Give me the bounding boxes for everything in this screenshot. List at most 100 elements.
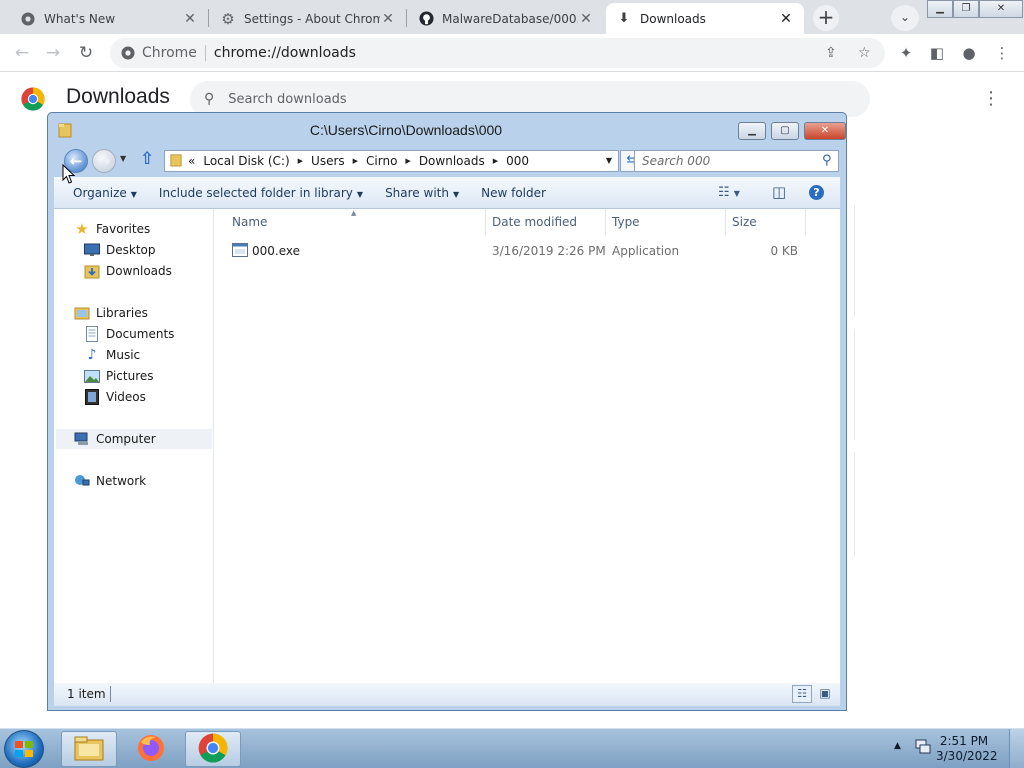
organize-button[interactable]: Organize ▼ (73, 186, 137, 200)
close-icon[interactable]: ✕ (182, 11, 198, 27)
omnibox[interactable]: Chrome chrome://downloads ⇪ ☆ (110, 38, 885, 68)
close-icon[interactable]: ✕ (578, 11, 594, 27)
show-hidden-icons-icon[interactable]: ▲ (894, 741, 901, 768)
nav-label: Computer (96, 432, 156, 446)
tab-downloads[interactable]: ⬇ Downloads ✕ (606, 3, 804, 34)
breadcrumb-local-disk[interactable]: Local Disk (C:) (203, 154, 289, 168)
folder-icon (170, 153, 182, 170)
details-view-icon[interactable]: ☷ (792, 685, 812, 703)
nav-videos[interactable]: Videos (84, 387, 146, 407)
start-button[interactable] (4, 730, 44, 768)
preview-pane-icon[interactable]: ◫ (772, 183, 786, 201)
side-panel-icon[interactable]: ◧ (927, 43, 947, 63)
item-count: 1 item (67, 687, 106, 701)
network-icon (74, 473, 90, 489)
file-row[interactable]: 000.exe 3/16/2019 2:26 PM Application 0 … (224, 241, 798, 261)
column-header-name[interactable]: Name (226, 209, 486, 235)
maximize-button[interactable]: ▢ (771, 122, 799, 140)
nav-pictures[interactable]: Pictures (84, 366, 154, 386)
minimize-button[interactable]: ▁ (738, 122, 766, 140)
share-icon[interactable]: ⇪ (825, 38, 837, 68)
breadcrumb-downloads[interactable]: Downloads (419, 154, 485, 168)
chevron-right-icon[interactable]: ▶ (353, 157, 358, 165)
tab-title: What's New (44, 11, 116, 26)
column-header-size[interactable]: Size (726, 209, 806, 235)
address-bar[interactable]: « Local Disk (C:) ▶ Users ▶ Cirno ▶ Down… (164, 150, 619, 172)
explorer-body: ★ Favorites Desktop Downloads Libraries … (54, 209, 840, 683)
nav-documents[interactable]: Documents (84, 324, 174, 344)
tab-search-button[interactable]: ⌄ (891, 5, 919, 31)
file-name[interactable]: 000.exe (252, 244, 492, 258)
nav-music[interactable]: ♪ Music (84, 345, 141, 365)
network-tray-icon[interactable] (914, 739, 932, 768)
recent-pages-dropdown[interactable]: ▼ (120, 154, 126, 163)
back-button[interactable]: ← (10, 42, 34, 64)
reload-button[interactable]: ↻ (74, 42, 98, 64)
forward-button[interactable]: → (92, 149, 116, 173)
chevron-right-icon[interactable]: ▶ (405, 157, 410, 165)
chevron-right-icon[interactable]: ▶ (298, 157, 303, 165)
close-icon[interactable]: ✕ (380, 11, 396, 27)
chrome-window-controls: ▁ ❐ ✕ (927, 0, 1023, 18)
chevron-right-icon[interactable]: ▶ (493, 157, 498, 165)
tab-whats-new[interactable]: What's New ✕ (10, 3, 208, 34)
new-folder-button[interactable]: New folder (481, 186, 546, 200)
taskbar-firefox[interactable] (123, 731, 179, 767)
chrome-toolbar: ← → ↻ Chrome chrome://downloads ⇪ ☆ ✦ ◧ … (0, 34, 1024, 72)
address-dropdown-icon[interactable]: ▼ (606, 156, 612, 165)
breadcrumb-overflow[interactable]: « (188, 154, 195, 168)
tab-malware-database[interactable]: MalwareDatabase/000.zip ✕ (408, 3, 604, 34)
close-button[interactable]: ✕ (979, 0, 1023, 18)
search-icon: ⚲ (822, 153, 832, 168)
mouse-cursor-icon (62, 163, 76, 187)
file-type: Application (612, 244, 680, 258)
more-actions-icon[interactable]: ⋮ (982, 88, 1000, 109)
change-view-icon[interactable]: ☷ ▼ (718, 185, 740, 200)
taskbar: ▲ 2:51 PM 3/30/2022 (0, 728, 1024, 768)
taskbar-chrome[interactable] (185, 731, 241, 767)
close-button[interactable]: ✕ (804, 122, 846, 140)
nav-desktop[interactable]: Desktop (84, 240, 156, 260)
nav-computer[interactable]: Computer (56, 429, 212, 449)
profile-icon[interactable]: ● (959, 43, 979, 63)
close-icon[interactable]: ✕ (778, 11, 794, 27)
file-size: 0 KB (770, 244, 798, 258)
nav-libraries[interactable]: Libraries (74, 303, 148, 323)
tab-settings[interactable]: ⚙ Settings - About Chrome ✕ (210, 3, 406, 34)
page-title: Downloads (66, 85, 170, 108)
new-tab-button[interactable]: + (813, 5, 839, 31)
chrome-icon (120, 45, 136, 61)
include-in-library-button[interactable]: Include selected folder in library ▼ (159, 186, 363, 200)
explorer-titlebar[interactable]: C:\Users\Cirno\Downloads\000 ▁ ▢ ✕ (48, 113, 846, 147)
help-icon[interactable]: ? (809, 185, 824, 200)
minimize-button[interactable]: ▁ (927, 0, 953, 18)
explorer-navigation-bar: ← → ▼ ⇧ « Local Disk (C:) ▶ Users ▶ Cirn… (54, 147, 840, 175)
breadcrumb-cirno[interactable]: Cirno (366, 154, 397, 168)
column-header-type[interactable]: Type (606, 209, 726, 235)
nav-downloads[interactable]: Downloads (84, 261, 172, 281)
tab-separator (406, 9, 407, 27)
bookmark-star-icon[interactable]: ☆ (858, 38, 871, 68)
column-header-date[interactable]: Date modified (486, 209, 606, 235)
videos-icon (84, 389, 100, 405)
extensions-icon[interactable]: ✦ (896, 43, 916, 63)
share-with-button[interactable]: Share with ▼ (385, 186, 459, 200)
search-input[interactable]: Search 000 (634, 150, 839, 172)
taskbar-file-explorer[interactable] (61, 731, 117, 767)
omnibox-url[interactable]: chrome://downloads (214, 45, 356, 61)
nav-label: Documents (106, 327, 175, 341)
system-clock[interactable]: 2:51 PM 3/30/2022 (936, 734, 998, 764)
menu-icon[interactable]: ⋮ (992, 43, 1012, 63)
forward-button[interactable]: → (41, 42, 65, 64)
show-desktop-button[interactable] (1009, 729, 1024, 768)
chrome-tab-strip: What's New ✕ ⚙ Settings - About Chrome ✕… (0, 0, 1024, 34)
libraries-icon (74, 305, 90, 321)
large-icons-view-icon[interactable]: ▣ (816, 685, 834, 703)
nav-network[interactable]: Network (74, 471, 146, 491)
up-arrow-icon[interactable]: ⇧ (140, 149, 154, 169)
restore-button[interactable]: ❐ (953, 0, 979, 18)
breadcrumb-users[interactable]: Users (311, 154, 345, 168)
breadcrumb-000[interactable]: 000 (506, 154, 529, 168)
nav-favorites[interactable]: ★ Favorites (74, 219, 150, 239)
tab-title: Settings - About Chrome (244, 11, 380, 26)
